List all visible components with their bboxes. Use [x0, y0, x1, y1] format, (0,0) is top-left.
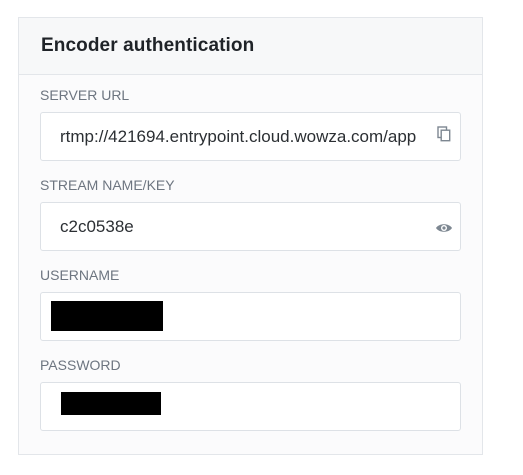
stream-key-field[interactable]: c2c0538e: [40, 202, 461, 251]
username-field[interactable]: [40, 292, 461, 341]
panel-header: Encoder authentication: [19, 18, 482, 75]
username-label: USERNAME: [40, 267, 120, 283]
stream-key-value[interactable]: c2c0538e: [41, 217, 425, 237]
redacted-username: [51, 301, 163, 331]
password-label: PASSWORD: [40, 357, 121, 373]
redacted-password: [61, 392, 161, 415]
server-url-value[interactable]: rtmp://421694.entrypoint.cloud.wowza.com…: [41, 127, 425, 147]
password-field[interactable]: [40, 382, 461, 431]
encoder-authentication-panel: Encoder authentication SERVER URL rtmp:/…: [18, 17, 483, 455]
copy-icon[interactable]: [435, 125, 453, 143]
server-url-label: SERVER URL: [40, 87, 130, 103]
server-url-field[interactable]: rtmp://421694.entrypoint.cloud.wowza.com…: [40, 112, 461, 161]
stream-key-label: STREAM NAME/KEY: [40, 177, 175, 193]
eye-icon[interactable]: [435, 219, 453, 237]
panel-body: SERVER URL rtmp://421694.entrypoint.clou…: [19, 87, 482, 431]
panel-title: Encoder authentication: [41, 35, 255, 56]
